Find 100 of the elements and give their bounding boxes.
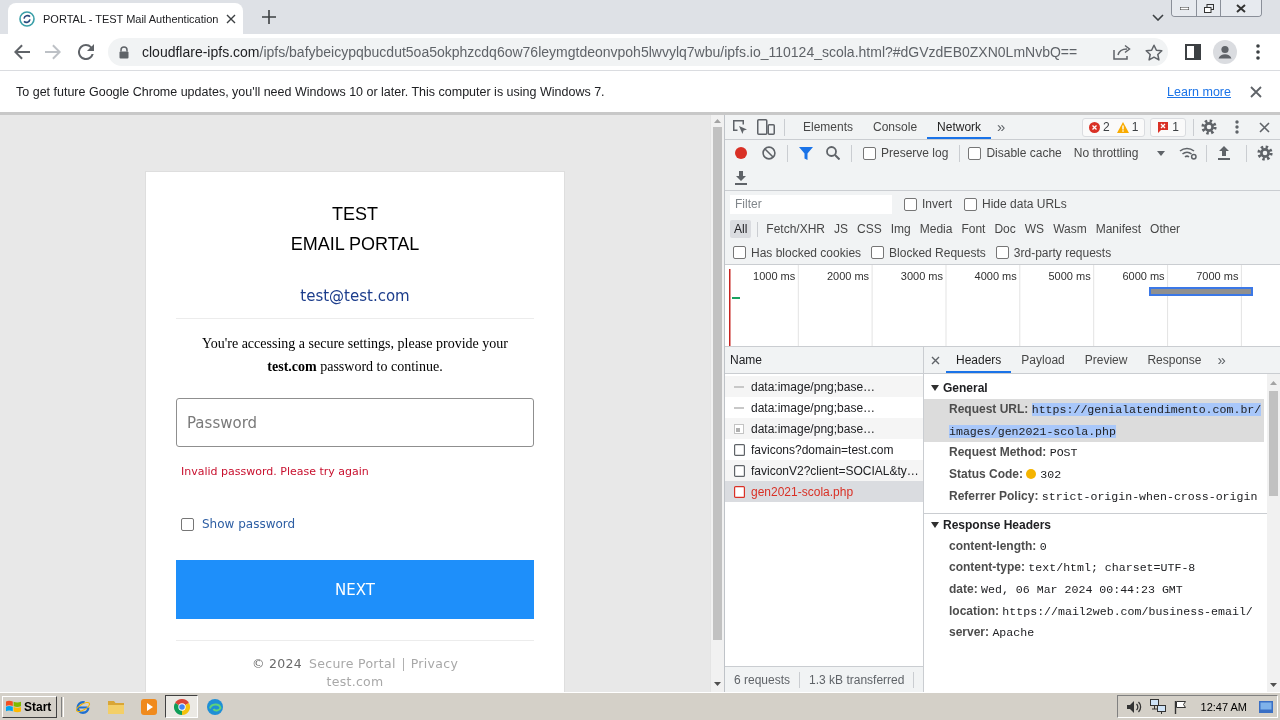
request-row[interactable]: data:image/png;base… <box>725 418 923 439</box>
more-tabs-button[interactable]: » <box>991 117 1012 137</box>
record-icon[interactable] <box>735 147 747 159</box>
share-icon[interactable] <box>1113 44 1131 60</box>
show-password-label[interactable]: Show password <box>202 514 296 534</box>
detail-tab[interactable]: Headers <box>946 347 1012 373</box>
option-checkbox[interactable] <box>904 197 917 211</box>
header-name: Status Code: <box>949 467 1023 482</box>
upload-icon[interactable] <box>1218 146 1231 160</box>
address-bar[interactable]: cloudflare-ipfs.com/ipfs/bafybeicypqbucdut5oa5okphzcdq6ow76leymgtdeonvpoh5lwvylq7wbu/ipfs.io_110124_scola.html?#dGVzdEB0ZXN0LmNvbQ== <box>108 38 1168 66</box>
filter-icon[interactable] <box>799 146 813 160</box>
close-icon[interactable] <box>1250 85 1262 98</box>
avatar-icon[interactable] <box>1213 40 1237 64</box>
type-filter-button[interactable]: Fetch/XHR <box>762 220 830 238</box>
option-label[interactable]: Disable cache <box>986 146 1062 160</box>
clear-icon[interactable] <box>762 146 776 160</box>
type-filter-button[interactable]: Doc <box>990 220 1020 238</box>
inspect-icon[interactable] <box>732 119 748 135</box>
option-label[interactable]: Blocked Requests <box>889 245 986 260</box>
browser-tab[interactable]: PORTAL - TEST Mail Authentication <box>8 3 243 34</box>
scrollbar-thumb[interactable] <box>1269 391 1278 496</box>
option-checkbox[interactable] <box>863 146 876 160</box>
option-label[interactable]: 3rd-party requests <box>1013 245 1112 260</box>
more-icon[interactable] <box>1235 120 1239 134</box>
filter-field[interactable]: Filter <box>730 194 892 214</box>
option-label[interactable]: Preserve log <box>881 146 949 160</box>
summary-text: 6 requests <box>725 671 801 688</box>
line-icon <box>734 406 744 409</box>
side-panel-icon[interactable] <box>1185 44 1201 60</box>
devtools-tab[interactable]: Console <box>863 115 928 139</box>
option-checkbox[interactable] <box>964 197 977 211</box>
devtools-tab[interactable]: Elements <box>793 115 864 139</box>
more-tabs-button[interactable]: » <box>1211 350 1232 370</box>
infobar-message: To get future Google Chrome updates, you'll need Windows 10 or later. This computer is using Windows 7. <box>16 84 605 99</box>
type-filter-button[interactable]: Other <box>1146 220 1185 238</box>
scroll-down-icon[interactable] <box>1270 683 1277 687</box>
restore-button[interactable] <box>1196 0 1220 16</box>
settings-icon[interactable] <box>1201 119 1217 135</box>
option-label[interactable]: Invert <box>922 197 952 211</box>
speaker-icon[interactable] <box>1125 699 1142 714</box>
type-filter-button[interactable]: Img <box>886 220 915 238</box>
option-label[interactable]: Has blocked cookies <box>751 245 862 260</box>
scrollbar-thumb[interactable] <box>713 127 722 640</box>
header-field: server: Apache <box>924 622 1264 645</box>
type-filter-button[interactable]: All <box>730 220 752 238</box>
column-header[interactable]: Name <box>730 353 762 367</box>
request-row[interactable]: data:image/png;base… <box>725 376 923 397</box>
close-icon[interactable] <box>931 355 940 365</box>
device-icon[interactable] <box>757 119 775 135</box>
flag-icon[interactable] <box>1173 699 1187 714</box>
new-tab-plus-icon[interactable] <box>262 10 276 24</box>
show-password-checkbox[interactable] <box>181 517 194 531</box>
taskbar-clock[interactable]: 12:47 AM <box>1200 700 1247 713</box>
console-counts-button[interactable]: 2 1 <box>1081 117 1146 137</box>
type-filter-button[interactable]: Font <box>957 220 990 238</box>
more-icon[interactable] <box>1256 44 1260 60</box>
expand-triangle-icon[interactable] <box>931 384 939 392</box>
issues-button[interactable]: 1 <box>1150 117 1186 137</box>
star-icon[interactable] <box>1145 43 1163 61</box>
expand-triangle-icon[interactable] <box>931 520 939 529</box>
type-filter-button[interactable]: WS <box>1020 220 1049 238</box>
detail-tab[interactable]: Preview <box>1074 347 1138 373</box>
request-row[interactable]: favicons?domain=test.com <box>725 439 923 460</box>
request-row[interactable]: gen2021-scola.php <box>725 481 923 502</box>
header-field: Request Method: POST <box>924 442 1264 465</box>
option-checkbox[interactable] <box>968 146 982 160</box>
network-icon[interactable] <box>1149 699 1166 714</box>
type-filter-button[interactable]: CSS <box>853 220 886 238</box>
section-header[interactable]: Response Headers <box>924 513 1267 536</box>
settings-icon[interactable] <box>1257 145 1274 161</box>
close-icon[interactable] <box>1259 121 1270 133</box>
type-filter-button[interactable]: Wasm <box>1049 220 1091 238</box>
option-label[interactable]: Hide data URLs <box>982 197 1067 211</box>
window-close-button[interactable] <box>1220 0 1261 16</box>
restore-icon <box>1203 3 1214 13</box>
option-checkbox[interactable] <box>995 246 1009 259</box>
download-icon[interactable] <box>735 171 747 185</box>
close-icon[interactable] <box>226 13 237 24</box>
show-desktop-icon[interactable] <box>1259 700 1273 713</box>
section-header[interactable]: General <box>924 377 1267 399</box>
option-checkbox[interactable] <box>733 246 746 259</box>
chevron-down-icon[interactable] <box>1152 13 1164 21</box>
type-filter-button[interactable]: Manifest <box>1091 220 1146 238</box>
reload-icon[interactable] <box>78 44 94 60</box>
request-row[interactable]: faviconV2?client=SOCIAL&ty… <box>725 460 923 481</box>
throttling-select[interactable]: No throttling <box>1073 146 1166 160</box>
detail-tab[interactable]: Payload <box>1011 347 1075 373</box>
taskbar-button[interactable] <box>165 695 199 718</box>
detail-tab[interactable]: Response <box>1137 347 1212 373</box>
search-icon[interactable] <box>826 146 840 160</box>
password-field[interactable]: Password <box>176 398 534 447</box>
type-filter-button[interactable]: JS <box>830 220 853 238</box>
scroll-down-icon[interactable] <box>714 682 721 686</box>
learn-more-link[interactable]: Learn more <box>1167 84 1231 99</box>
type-filter-button[interactable]: Media <box>915 220 957 238</box>
start-button[interactable]: Start <box>2 695 58 718</box>
option-checkbox[interactable] <box>871 246 885 259</box>
network-conditions-icon[interactable] <box>1179 146 1198 160</box>
back-arrow-icon[interactable] <box>14 44 30 60</box>
request-row[interactable]: data:image/png;base… <box>725 397 923 418</box>
